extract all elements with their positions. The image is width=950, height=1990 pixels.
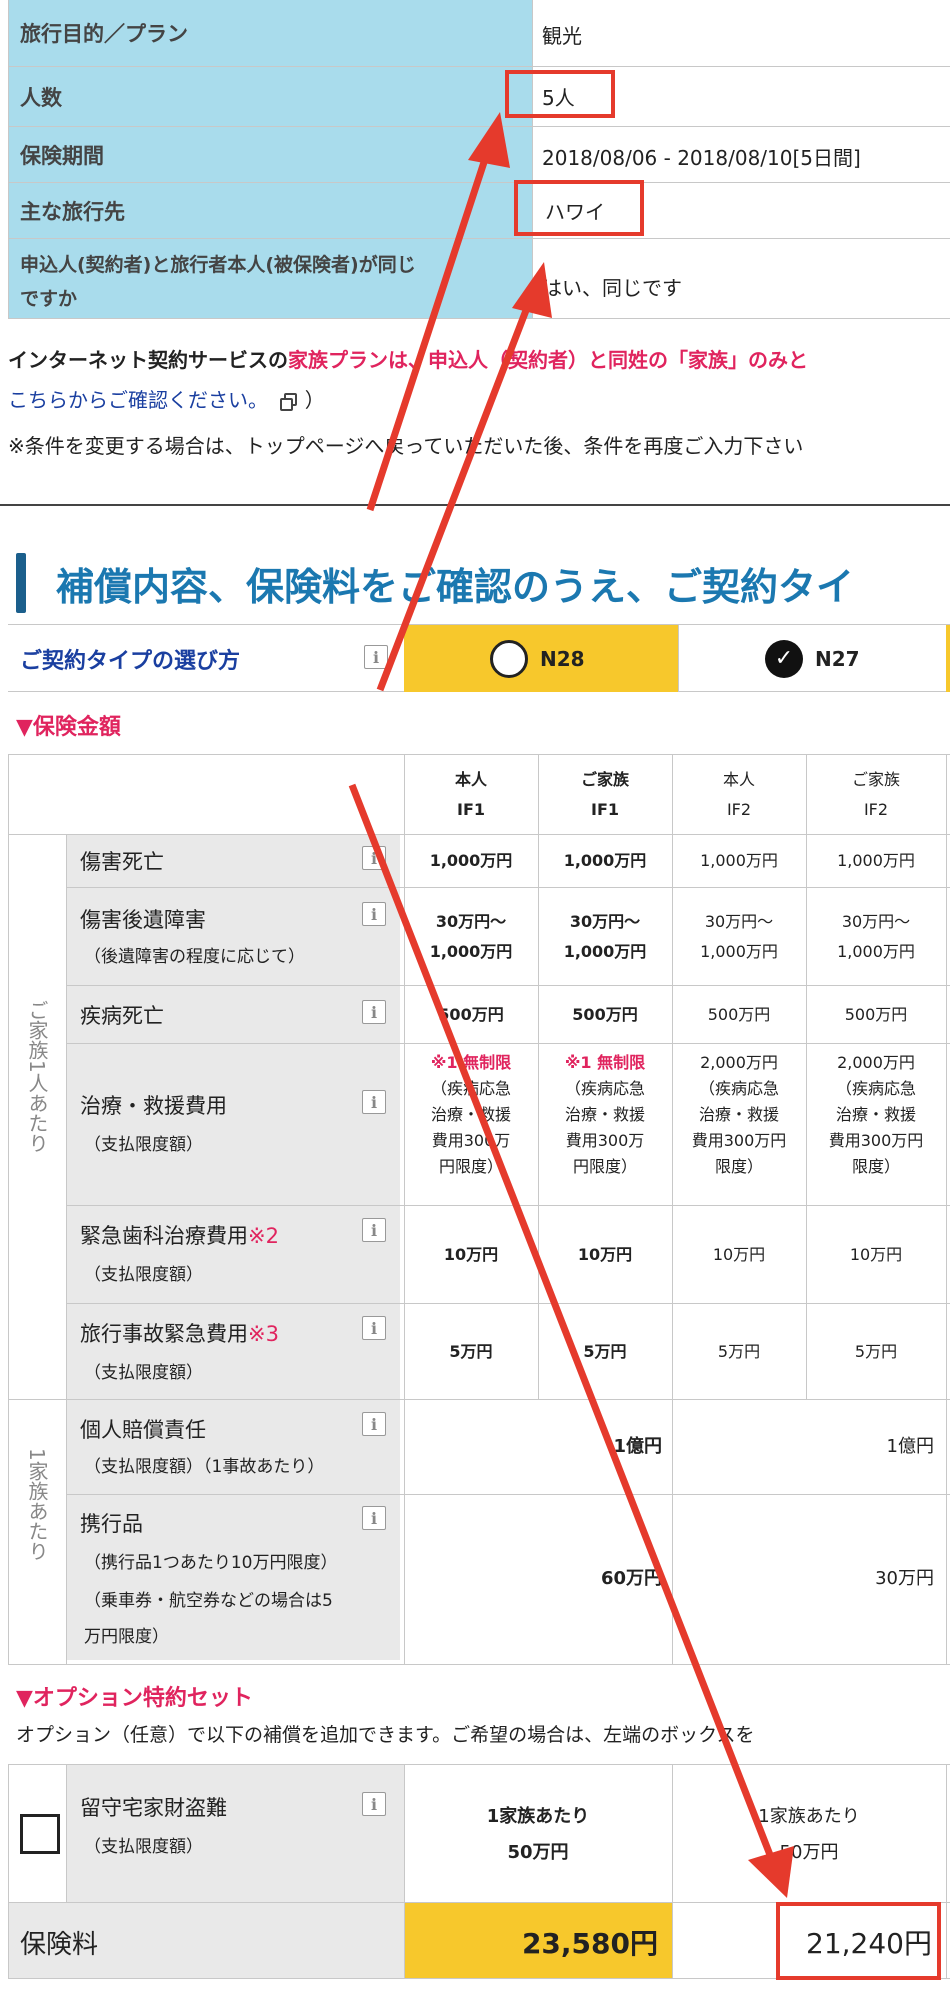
arrow-to-premium [348,783,794,1898]
annotation-arrows [348,112,794,1898]
arrow-to-destination [376,262,552,692]
arrow-to-people [366,112,510,512]
